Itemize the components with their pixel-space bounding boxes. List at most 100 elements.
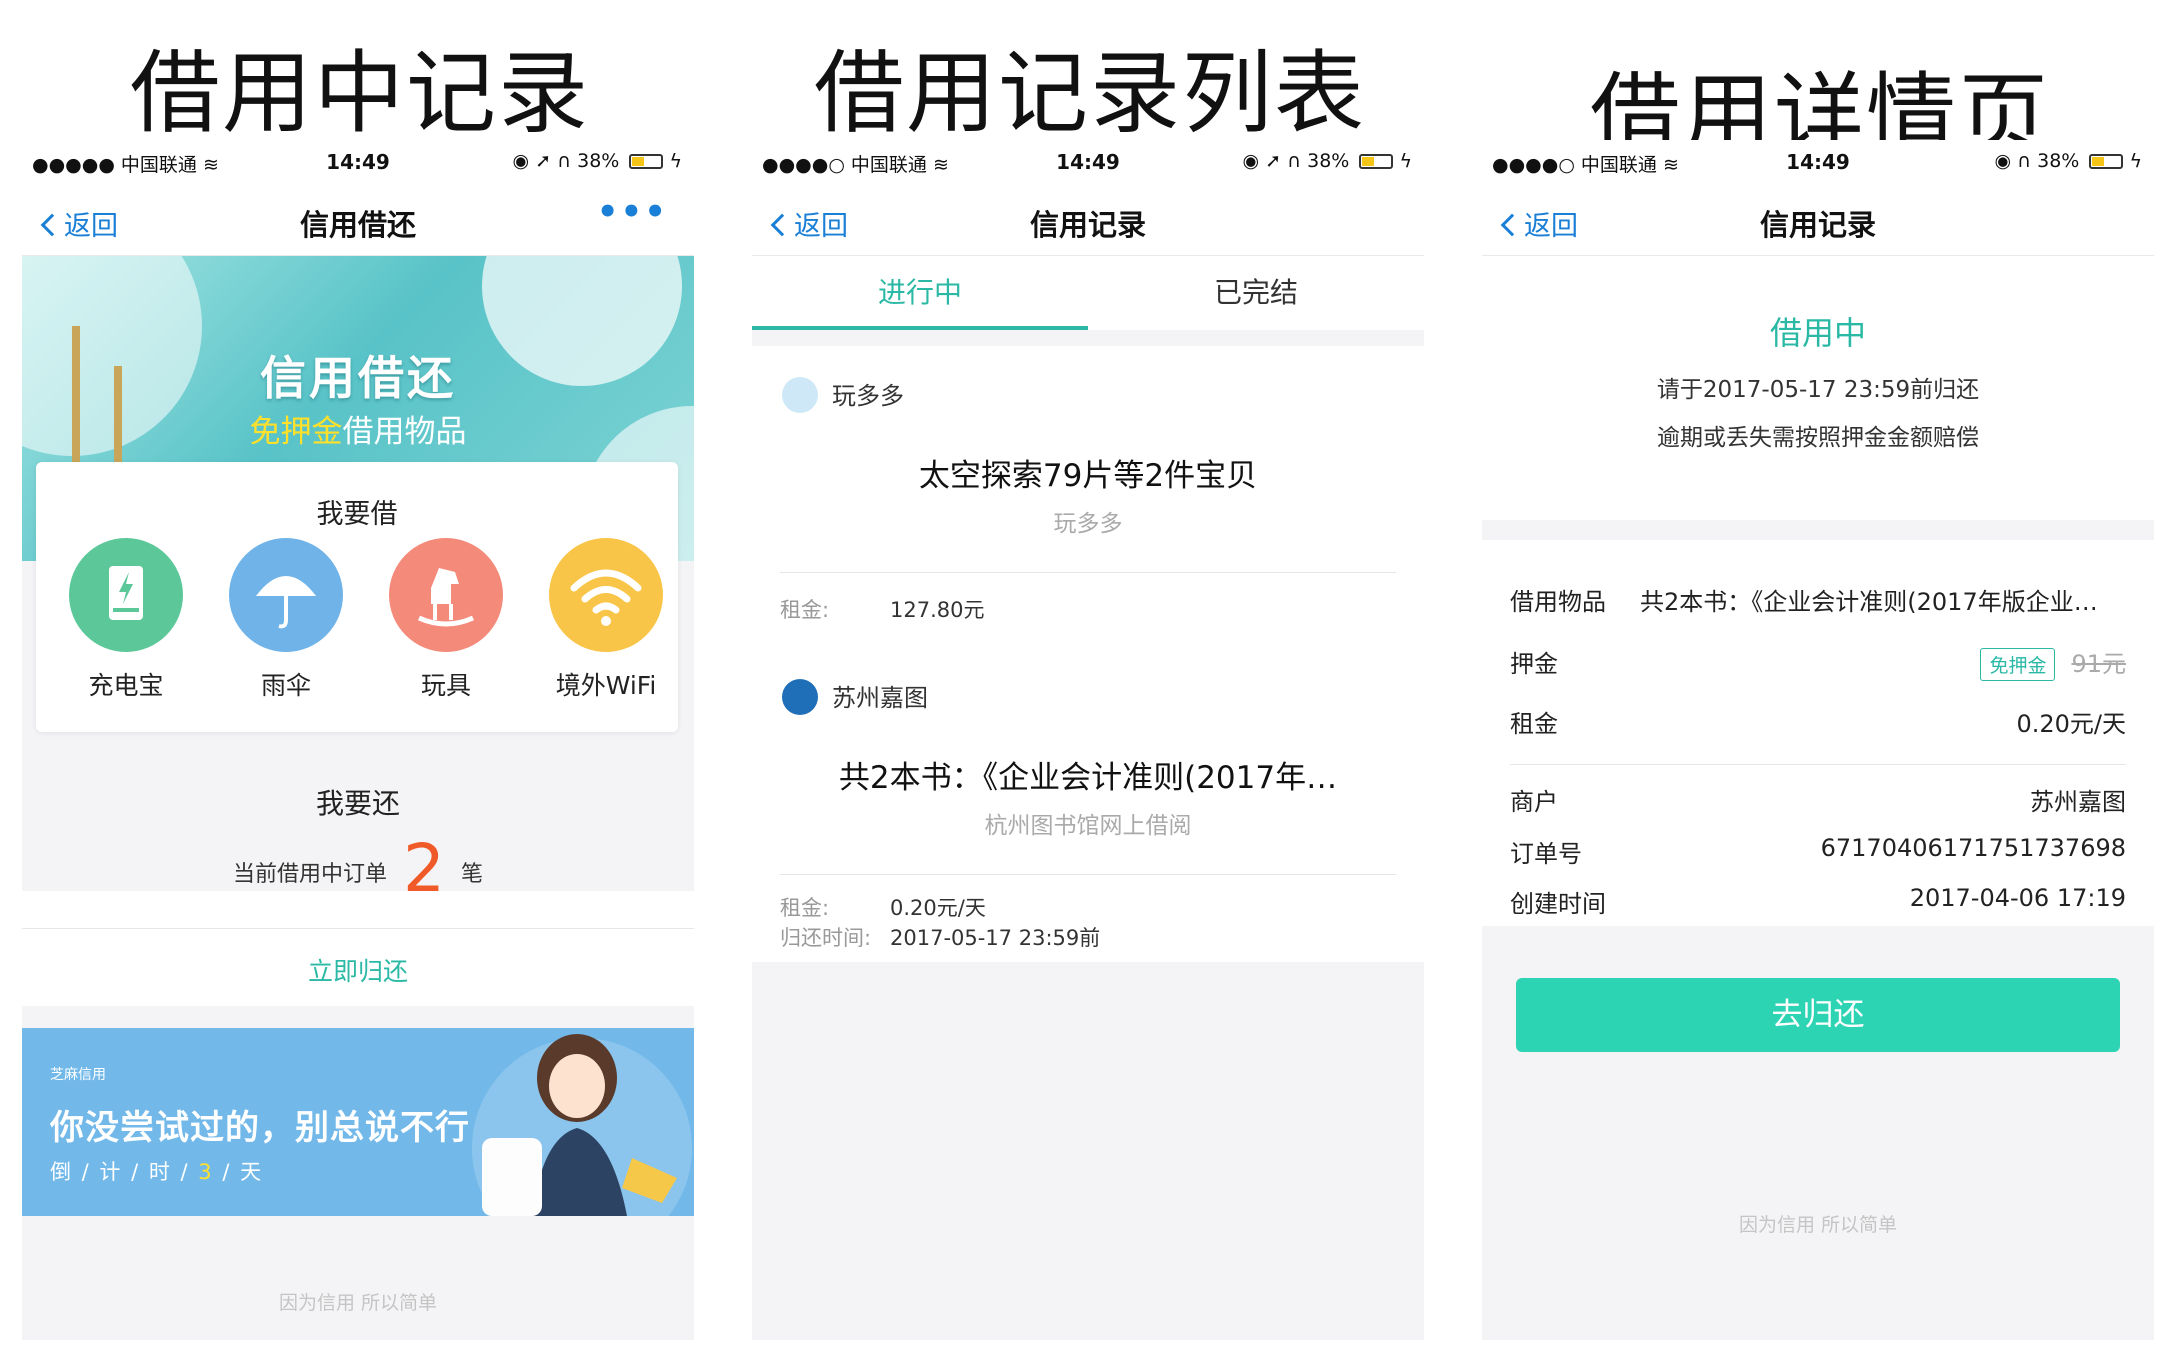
banner-subtitle-highlight: 免押金 <box>249 414 343 450</box>
go-return-button[interactable]: 去归还 <box>1516 978 2120 1052</box>
page-title: 信用借还 <box>299 208 416 242</box>
headphone-icon: ∩ <box>2017 150 2032 172</box>
status-bar: ●●●●○ 中国联通 ≋ 14:49 ◉ ∩ 38% ϟ <box>1482 140 2154 184</box>
phone-credit-record-list: ●●●●○ 中国联通 ≋ 14:49 ◉ ➚ ∩ 38% ϟ 返回 信用记录 进… <box>752 140 1424 1340</box>
row-merchant: 商户 苏州嘉图 <box>1510 768 2126 828</box>
section-gap <box>22 1006 694 1028</box>
nav-bar: 返回 信用借还 ••• <box>22 184 694 256</box>
order-due: 归还时间: 2017-05-17 23:59前 <box>780 922 1100 952</box>
tab-bar: 进行中 已完结 <box>752 256 1424 330</box>
borrow-state: 借用中 <box>1769 314 1866 352</box>
shop-name: 苏州嘉图 <box>782 678 928 715</box>
location-icon: ➚ <box>535 150 552 172</box>
umbrella-icon <box>229 538 343 652</box>
battery-icon <box>1359 154 1394 169</box>
order-card[interactable]: 苏州嘉图 共2本书：《企业会计准则(2017年… 杭州图书馆网上借阅 租金: 0.… <box>752 648 1424 962</box>
category-label: 充电宝 <box>88 671 164 700</box>
page-title: 信用记录 <box>1029 208 1146 242</box>
countdown-pre: 倒 / 计 / 时 / <box>50 1160 199 1184</box>
power-bank-icon <box>69 538 183 652</box>
penalty-note: 逾期或丢失需按照押金金额赔偿 <box>1657 425 1979 451</box>
status-right: ◉ ➚ ∩ 38% ϟ <box>1243 150 1412 172</box>
order-card[interactable]: 玩多多 太空探索79片等2件宝贝 玩多多 租金: 127.80元 <box>752 346 1424 648</box>
row-deposit: 押金 免押金 91元 <box>1510 630 2126 690</box>
category-label: 玩具 <box>420 671 471 700</box>
caption-record-list: 借用记录列表 <box>814 41 1366 146</box>
action-area: 去归还 因为信用 所以简单 <box>1482 926 2154 1340</box>
tab-completed[interactable]: 已完结 <box>1088 256 1424 330</box>
return-count: 2 <box>403 830 445 907</box>
rent-value: 127.80元 <box>890 598 985 622</box>
category-overseas-wifi[interactable]: 境外WiFi <box>536 538 676 702</box>
order-item-title: 共2本书：《企业会计准则(2017年… <box>838 760 1338 796</box>
return-prefix: 当前借用中订单 <box>232 862 387 887</box>
row-key: 借用物品 <box>1510 588 1606 616</box>
wifi-icon <box>549 538 663 652</box>
battery-percent: 38% <box>2037 150 2080 172</box>
headphone-icon: ∩ <box>1287 150 1302 172</box>
return-summary: 当前借用中订单 2 笔 <box>22 830 694 907</box>
row-key: 租金 <box>1510 710 1558 738</box>
banner-subtitle-rest: 借用物品 <box>342 414 467 450</box>
banner-subtitle: 免押金借用物品 <box>22 406 694 451</box>
return-suffix: 笔 <box>461 862 484 887</box>
tab-in-progress[interactable]: 进行中 <box>752 256 1088 330</box>
battery-fill <box>2092 157 2104 166</box>
lock-rotation-icon: ◉ <box>1242 150 1260 172</box>
banner-title: 信用借还 <box>260 351 456 405</box>
row-value: 免押金 91元 <box>1980 644 2126 681</box>
rent-value: 0.20元/天 <box>890 896 986 920</box>
row-value: 共2本书：《企业会计准则(2017年版企业… <box>1640 588 2098 616</box>
countdown-number: 3 <box>198 1160 214 1184</box>
nav-bar: 返回 信用记录 <box>1482 184 2154 256</box>
return-heading: 我要还 <box>315 787 400 820</box>
page-title: 信用记录 <box>1759 208 1876 242</box>
row-value: 67170406171751737698 <box>1820 834 2126 862</box>
row-value: 2017-04-06 17:19 <box>1909 884 2126 912</box>
divider <box>1510 764 2126 765</box>
countdown-post: / 天 <box>213 1160 264 1184</box>
more-menu-button[interactable]: ••• <box>597 192 668 232</box>
shop-label: 玩多多 <box>832 382 904 410</box>
category-label: 雨伞 <box>260 671 311 700</box>
category-toy[interactable]: 玩具 <box>376 538 516 702</box>
deposit-amount: 91元 <box>2071 650 2126 678</box>
phone-credit-borrow-home: ●●●●● 中国联通 ≋ 14:49 ◉ ➚ ∩ 38% ϟ 返回 信用借还 •… <box>22 140 694 1340</box>
section-gap <box>1482 520 2154 540</box>
divider <box>22 928 694 929</box>
promo-illustration <box>472 1034 692 1216</box>
divider <box>780 572 1396 573</box>
status-right: ◉ ➚ ∩ 38% ϟ <box>513 150 682 172</box>
charging-icon: ϟ <box>669 150 682 172</box>
row-key: 订单号 <box>1510 840 1582 868</box>
category-power-bank[interactable]: 充电宝 <box>56 538 196 702</box>
shop-name: 玩多多 <box>782 376 904 413</box>
borrow-card: 我要借 充电宝 雨伞 玩具 境外WiFi <box>36 462 678 732</box>
footer-slogan: 因为信用 所以简单 <box>278 1292 438 1314</box>
shop-label: 苏州嘉图 <box>832 684 928 712</box>
charging-icon: ϟ <box>2129 150 2142 172</box>
category-label: 境外WiFi <box>555 671 657 700</box>
divider <box>780 874 1396 875</box>
due-value: 2017-05-17 23:59前 <box>890 926 1101 950</box>
order-source: 杭州图书馆网上借阅 <box>984 813 1192 839</box>
battery-icon <box>2089 154 2124 169</box>
category-umbrella[interactable]: 雨伞 <box>216 538 356 702</box>
borrow-status-section: 借用中 请于2017-05-17 23:59前归还 逾期或丢失需按照押金金额赔偿 <box>1482 256 2154 520</box>
deposit-free-badge: 免押金 <box>1980 648 2056 681</box>
shop-elephant-logo-icon <box>782 377 818 413</box>
promo-banner[interactable]: 芝麻信用 你没尝试过的，别总说不行 倒 / 计 / 时 / 3 / 天 <box>22 1028 694 1216</box>
row-key: 商户 <box>1510 788 1558 816</box>
phone-borrow-detail: ●●●●○ 中国联通 ≋ 14:49 ◉ ∩ 38% ϟ 返回 信用记录 借用中… <box>1482 140 2154 1340</box>
battery-percent: 38% <box>577 150 620 172</box>
headphone-icon: ∩ <box>557 150 572 172</box>
location-icon: ➚ <box>1265 150 1282 172</box>
promo-slogan: 你没尝试过的，别总说不行 <box>50 1108 470 1148</box>
status-right: ◉ ∩ 38% ϟ <box>1995 150 2142 172</box>
order-rent: 租金: 127.80元 <box>780 594 984 624</box>
row-key: 押金 <box>1510 650 1558 678</box>
charging-icon: ϟ <box>1399 150 1412 172</box>
return-now-link[interactable]: 立即归还 <box>22 952 694 988</box>
footer-background <box>22 1216 694 1340</box>
battery-percent: 38% <box>1307 150 1350 172</box>
